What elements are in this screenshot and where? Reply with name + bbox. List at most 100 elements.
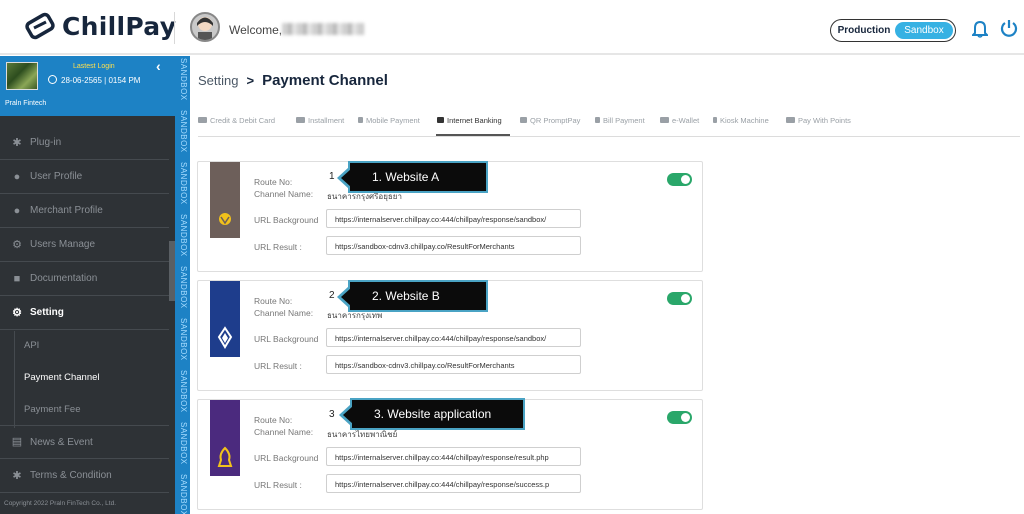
tab-internet-banking[interactable]: Internet Banking (437, 116, 502, 125)
installment-icon (296, 117, 305, 123)
card-icon (198, 117, 207, 123)
url-result-label: URL Result : (254, 242, 302, 252)
url-result-field[interactable]: https://sandbox-cdnv3.chillpay.co/Result… (326, 355, 581, 374)
blurred-username (282, 23, 364, 35)
callout-label: 2. Website B (337, 280, 488, 312)
breadcrumb-parent[interactable]: Setting (198, 73, 238, 88)
env-production-option[interactable]: Production (833, 25, 895, 36)
sidebar-subitem-api[interactable]: API (24, 340, 39, 351)
channel-name-label: Channel Name: (254, 308, 314, 318)
last-login-label: Lastest Login (73, 63, 115, 70)
route-no-label: Route No: (254, 177, 293, 187)
bangkok-bank-logo (210, 281, 240, 357)
channel-enabled-toggle[interactable] (667, 173, 692, 186)
environment-switch[interactable]: Production Sandbox (830, 19, 956, 42)
payment-tabs: Credit & Debit Card Installment Mobile P… (198, 110, 1020, 137)
sidebar-item-label: Users Manage (30, 239, 96, 250)
sidebar-item-users-manage[interactable]: ⚙ Users Manage (0, 228, 169, 262)
tab-installment[interactable]: Installment (296, 116, 344, 125)
url-background-field[interactable]: https://internalserver.chillpay.co:444/c… (326, 209, 581, 228)
submenu-line (14, 331, 15, 428)
wallet-icon (660, 117, 669, 123)
power-icon[interactable] (1000, 19, 1018, 37)
tab-label: Credit & Debit Card (210, 116, 276, 125)
tab-credit-debit-card[interactable]: Credit & Debit Card (198, 116, 275, 125)
callout-label: 3. Website application (339, 398, 525, 430)
company-name: Praln Fintech (5, 100, 47, 107)
sidebar-item-documentation[interactable]: ■ Documentation (0, 262, 169, 296)
sandbox-stripe: SANDBOX SANDBOX SANDBOX SANDBOX SANDBOX … (175, 56, 190, 514)
sidebar: Lastest Login 28-06-2565 | 0154 PM ‹ Pra… (0, 56, 175, 514)
sidebar-item-user-profile[interactable]: ● User Profile (0, 160, 169, 194)
sandbox-label: SANDBOX (179, 58, 188, 101)
gears-icon: ⚙ (12, 306, 22, 319)
tab-label: Internet Banking (447, 116, 502, 125)
sidebar-item-setting[interactable]: ⚙ Setting (0, 296, 169, 330)
sandbox-label: SANDBOX (179, 370, 188, 413)
tab-label: Mobile Payment (366, 116, 420, 125)
url-background-label: URL Background (254, 453, 319, 463)
collapse-sidebar-icon[interactable]: ‹ (156, 58, 161, 74)
puzzle-icon: ✱ (12, 136, 22, 149)
tab-mobile-payment[interactable]: Mobile Payment (358, 116, 420, 125)
welcome-text: Welcome, (229, 23, 283, 37)
sidebar-item-merchant-profile[interactable]: ● Merchant Profile (0, 194, 169, 228)
tab-label: Bill Payment (603, 116, 645, 125)
bank-icon (437, 117, 444, 123)
sidebar-item-news-event[interactable]: ▤ News & Event (0, 425, 169, 459)
user-icon: ● (13, 170, 21, 183)
channel-name-label: Channel Name: (254, 427, 314, 437)
tab-pay-with-points[interactable]: Pay With Points (786, 116, 851, 125)
active-tab-indicator (436, 134, 510, 136)
tab-e-wallet[interactable]: e-Wallet (660, 116, 699, 125)
channel-enabled-toggle[interactable] (667, 411, 692, 424)
tab-label: Kiosk Machine (720, 116, 769, 125)
sidebar-item-terms[interactable]: ✱ Terms & Condition (0, 459, 169, 493)
sandbox-label: SANDBOX (179, 474, 188, 514)
tab-qr-promptpay[interactable]: QR PromptPay (520, 116, 580, 125)
krungsri-bank-logo (210, 162, 240, 238)
asterisk-icon: ✱ (12, 469, 22, 482)
qr-icon (520, 117, 527, 123)
points-icon (786, 117, 795, 123)
tab-kiosk-machine[interactable]: Kiosk Machine (713, 116, 769, 125)
sandbox-label: SANDBOX (179, 162, 188, 205)
copyright-text: Copyright 2022 Praln FinTech Co., Ltd. (4, 500, 117, 507)
route-number: 3 (329, 409, 335, 420)
route-number: 1 (329, 171, 335, 182)
tab-bill-payment[interactable]: Bill Payment (595, 116, 645, 125)
sidebar-subitem-payment-fee[interactable]: Payment Fee (24, 404, 81, 415)
env-sandbox-option[interactable]: Sandbox (895, 22, 953, 39)
route-no-label: Route No: (254, 415, 293, 425)
sidebar-user-box: Lastest Login 28-06-2565 | 0154 PM ‹ Pra… (0, 56, 175, 116)
url-background-field[interactable]: https://internalserver.chillpay.co:444/c… (326, 447, 581, 466)
sidebar-item-label: Merchant Profile (30, 205, 103, 216)
channel-name-label: Channel Name: (254, 189, 314, 199)
sidebar-subitem-payment-channel[interactable]: Payment Channel (24, 372, 100, 383)
tab-label: Installment (308, 116, 345, 125)
mobile-icon (358, 117, 363, 123)
page-title: Payment Channel (262, 72, 388, 89)
last-login-time: 28-06-2565 | 0154 PM (48, 75, 140, 85)
sandbox-label: SANDBOX (179, 110, 188, 153)
sandbox-label: SANDBOX (179, 266, 188, 309)
chillpay-logo[interactable]: ChillPay (24, 10, 176, 42)
url-result-field[interactable]: https://sandbox-cdnv3.chillpay.co/Result… (326, 236, 581, 255)
avatar[interactable] (190, 12, 220, 42)
sidebar-item-label: Setting (30, 307, 64, 318)
bell-icon[interactable] (972, 20, 988, 38)
chillpay-logo-icon (25, 12, 55, 40)
route-number: 2 (329, 290, 335, 301)
newspaper-icon: ▤ (11, 436, 23, 448)
header-divider (174, 12, 175, 44)
sandbox-label: SANDBOX (179, 318, 188, 361)
url-background-label: URL Background (254, 334, 319, 344)
users-gear-icon: ⚙ (12, 238, 22, 251)
sidebar-item-plugin[interactable]: ✱ Plug-in (0, 126, 169, 160)
route-no-label: Route No: (254, 296, 293, 306)
url-result-label: URL Result : (254, 480, 302, 490)
sidebar-item-label: News & Event (30, 436, 93, 448)
url-result-field[interactable]: https://internalserver.chillpay.co:444/c… (326, 474, 581, 493)
channel-enabled-toggle[interactable] (667, 292, 692, 305)
url-background-field[interactable]: https://internalserver.chillpay.co:444/c… (326, 328, 581, 347)
